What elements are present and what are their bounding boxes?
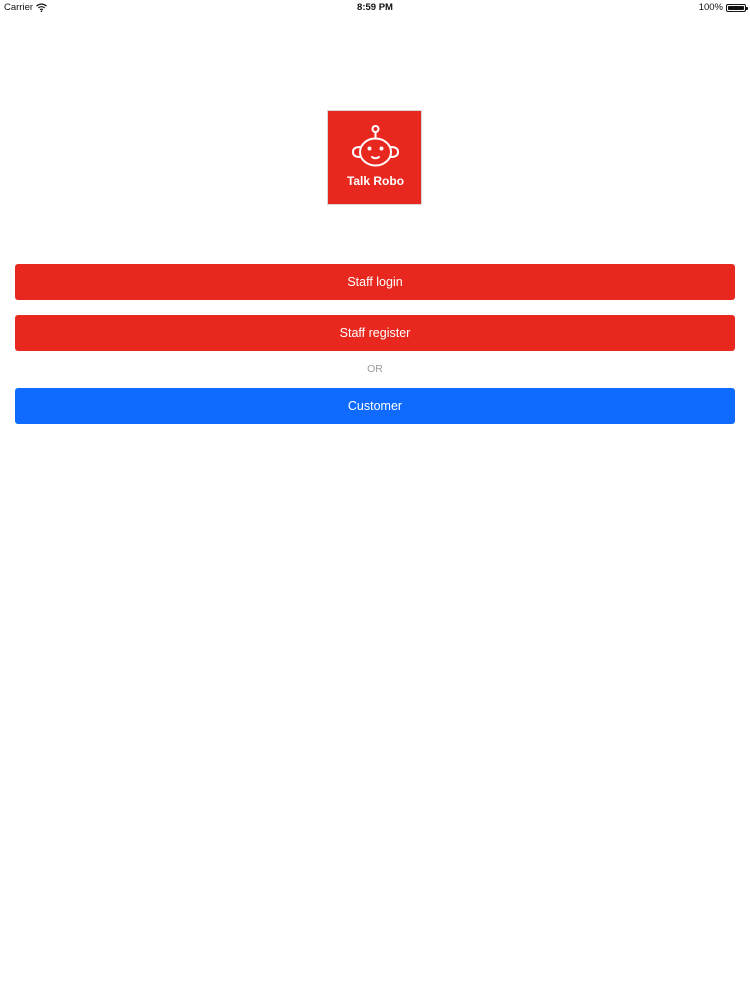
staff-login-button[interactable]: Staff login (15, 264, 735, 300)
logo-text: Talk Robo (347, 174, 404, 188)
status-right: 100% (698, 2, 748, 13)
app-screen: Carrier 8:59 PM 100% Talk Robo Staff log… (0, 0, 750, 1000)
customer-button[interactable]: Customer (15, 388, 735, 424)
status-time: 8:59 PM (357, 2, 393, 13)
battery-fill (728, 5, 744, 10)
battery-percent: 100% (698, 2, 723, 13)
battery-icon (726, 3, 748, 12)
app-logo: Talk Robo (327, 110, 422, 205)
or-separator: OR (367, 363, 383, 375)
staff-register-button[interactable]: Staff register (15, 315, 735, 351)
status-bar: Carrier 8:59 PM 100% (0, 0, 750, 16)
